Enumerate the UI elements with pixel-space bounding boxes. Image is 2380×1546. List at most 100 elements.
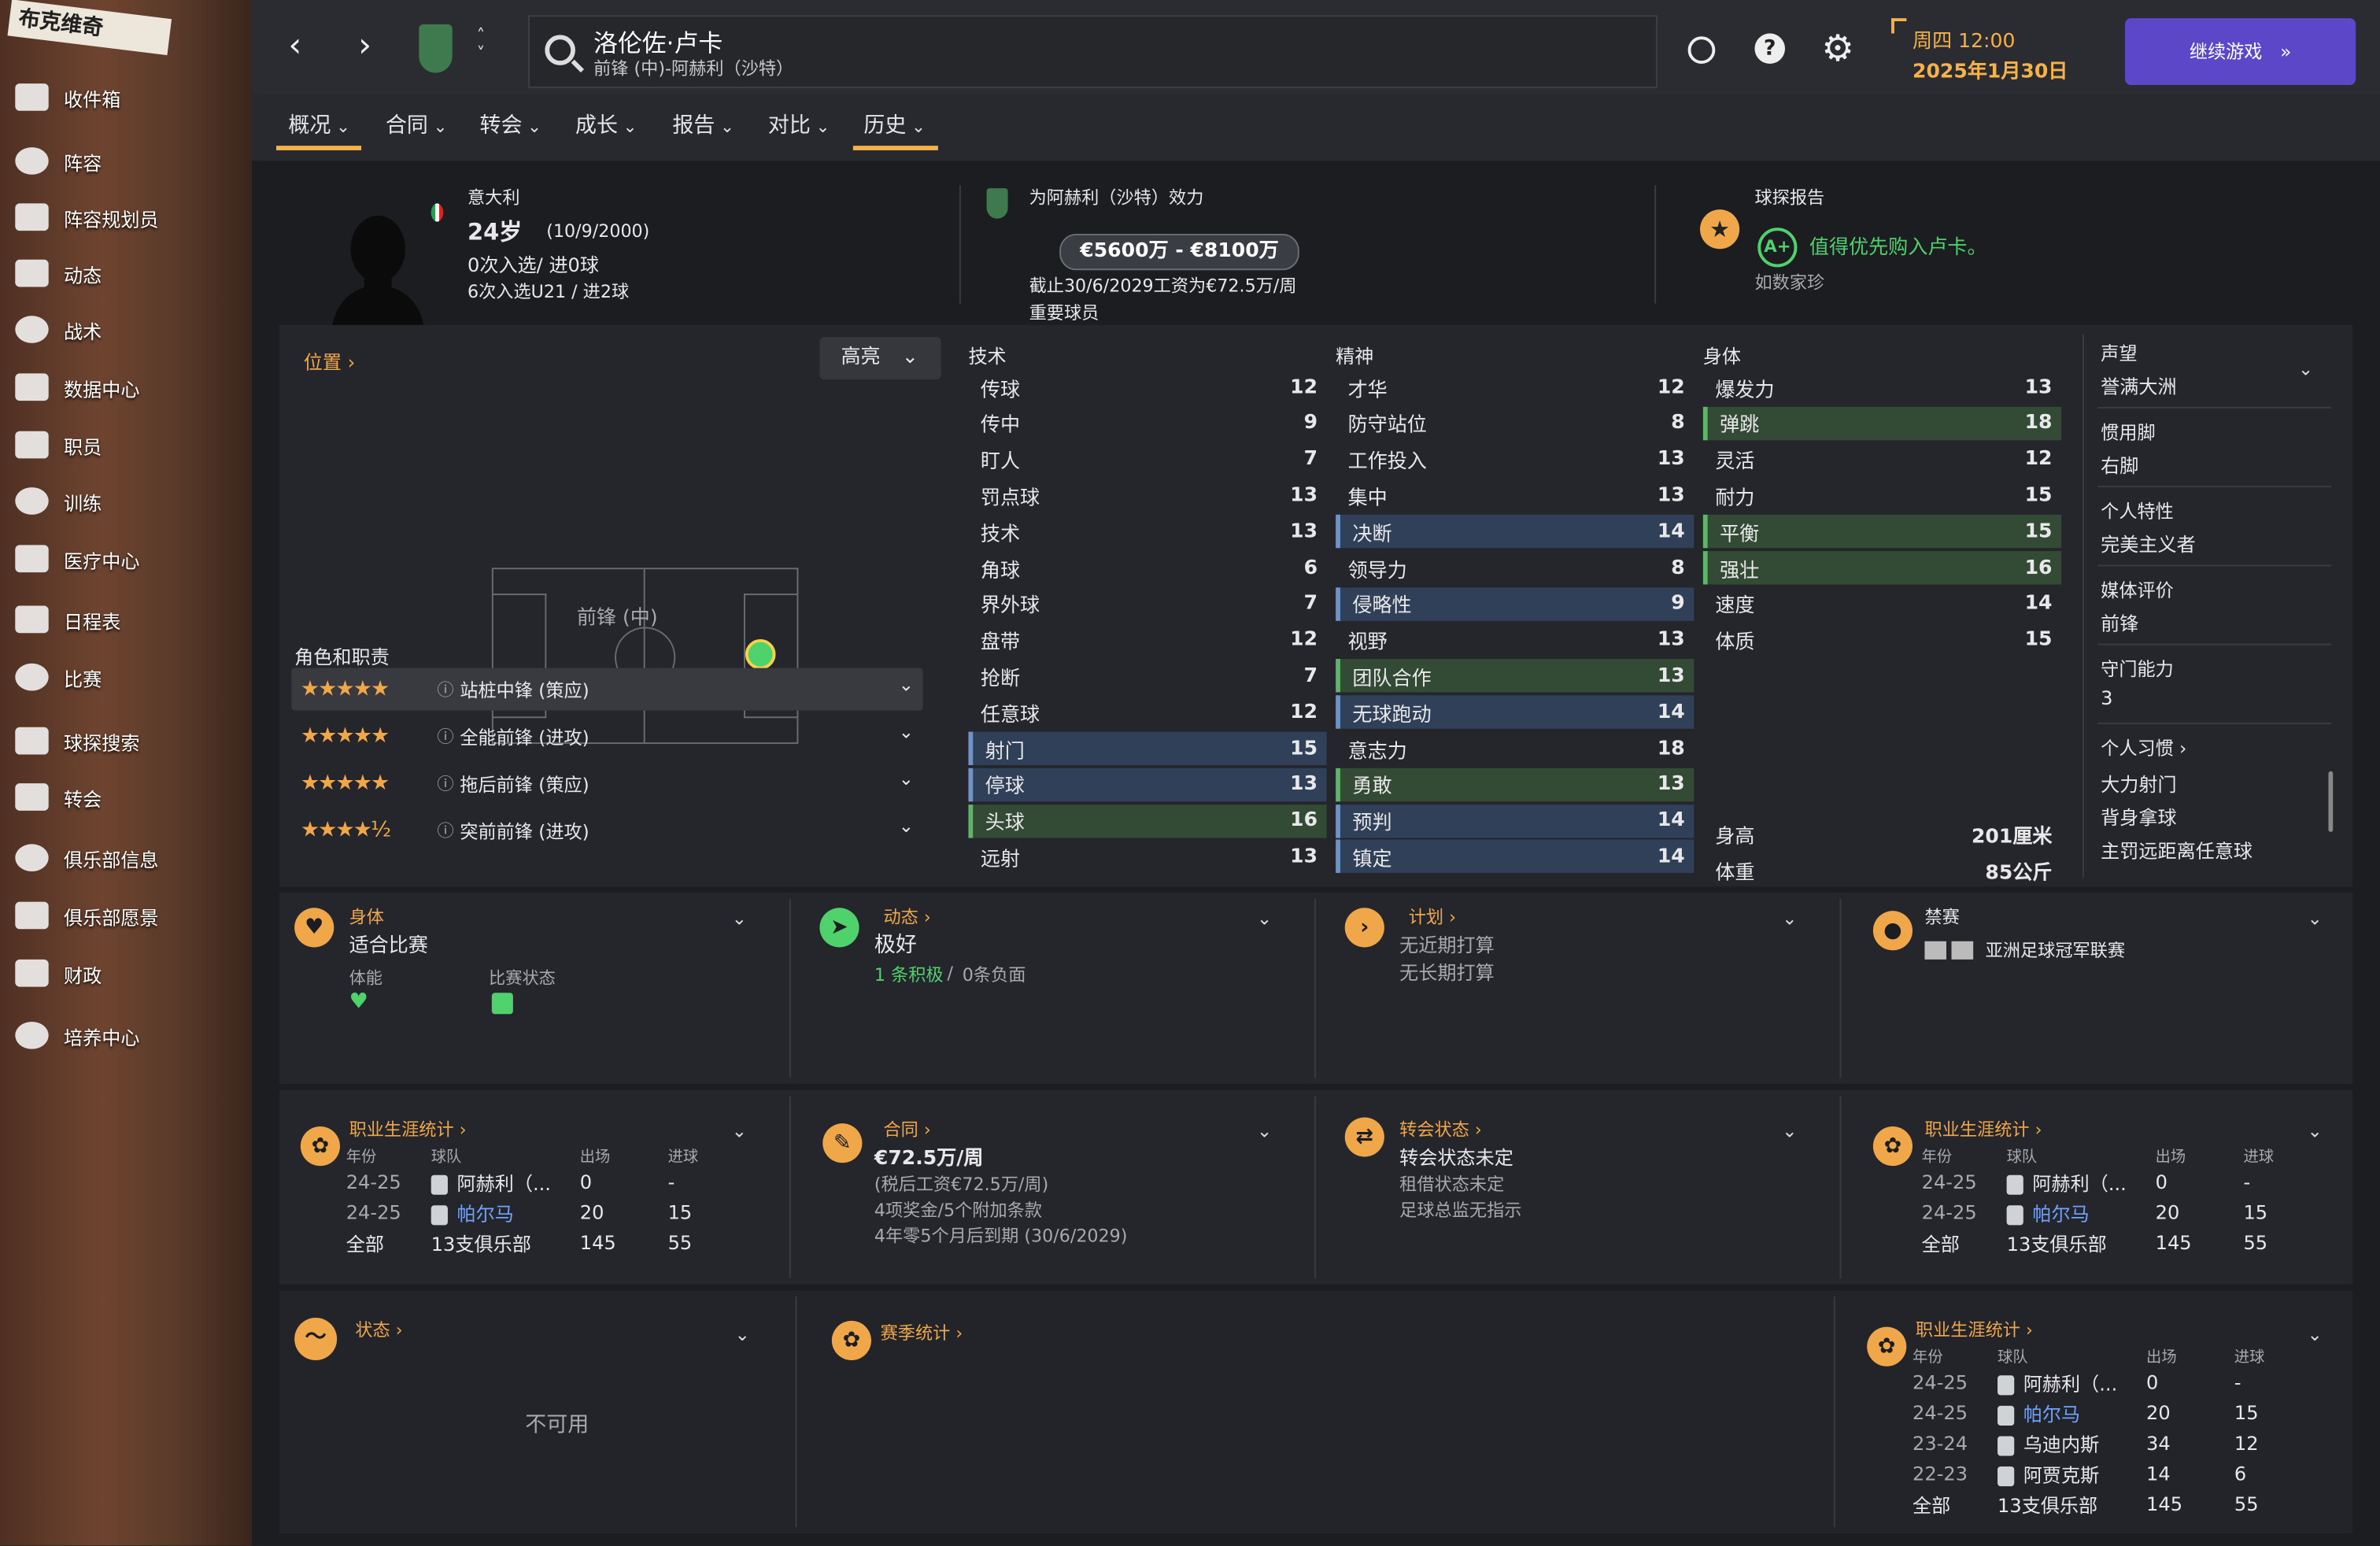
player-search-box[interactable]: 洛伦佐·卢卡 前锋 (中)-阿赫利（沙特） xyxy=(528,15,1658,88)
attribute-row[interactable]: 远射 13 xyxy=(968,840,1326,873)
role-row[interactable]: ★★★★★ ⓘ 全能前锋 (进攻) ⌄ xyxy=(291,715,922,757)
attribute-row[interactable]: 头球 16 xyxy=(968,804,1327,838)
attribute-row[interactable]: 角球 6 xyxy=(968,551,1326,584)
tab[interactable]: 历史 xyxy=(863,109,926,140)
attribute-row[interactable]: 任意球 12 xyxy=(968,696,1326,729)
chevron-down-icon[interactable]: ⌄ xyxy=(899,721,914,742)
chevron-down-icon[interactable]: ⌄ xyxy=(1257,908,1272,929)
back-arrow-icon[interactable]: ‹ xyxy=(288,28,301,65)
sidebar-item[interactable]: 战术 xyxy=(15,311,102,347)
sidebar-item[interactable]: 收件箱 xyxy=(15,79,120,115)
chevron-down-icon[interactable]: ⌄ xyxy=(2307,908,2322,929)
sidebar-item[interactable]: 职员 xyxy=(15,427,102,463)
chevron-down-icon[interactable]: ⌄ xyxy=(1257,1120,1272,1141)
sidebar-item[interactable]: 培养中心 xyxy=(15,1017,139,1053)
club-name[interactable]: 阿赫利（... xyxy=(2023,1371,2117,1394)
chevron-down-icon[interactable]: ⌄ xyxy=(899,816,914,837)
sidebar-item[interactable]: 俱乐部信息 xyxy=(15,840,159,876)
club-name[interactable]: 阿赫利（... xyxy=(2032,1171,2126,1194)
table-row[interactable]: 24-25 帕尔马 20 15 xyxy=(340,1196,734,1227)
sidebar-item[interactable]: 训练 xyxy=(15,483,102,519)
chevron-down-icon[interactable]: ⌄ xyxy=(732,908,747,929)
role-row[interactable]: ★★★★★ ⓘ 拖后前锋 (策应) ⌄ xyxy=(291,762,922,804)
table-row[interactable]: 24-25 阿赫利（... 0 - xyxy=(340,1166,734,1196)
chevron-down-icon[interactable]: ⌄ xyxy=(1782,1120,1797,1141)
chevron-down-icon[interactable]: ⌄ xyxy=(899,768,914,790)
role-row[interactable]: ★★★★½ ⓘ 突前前锋 (进攻) ⌄ xyxy=(291,809,922,852)
sidebar-item[interactable]: 转会 xyxy=(15,779,102,815)
attribute-row[interactable]: 抢断 7 xyxy=(968,660,1326,693)
attribute-row[interactable]: 速度 14 xyxy=(1703,587,2061,620)
attribute-row[interactable]: 盯人 7 xyxy=(968,442,1326,475)
attribute-row[interactable]: 盘带 12 xyxy=(968,623,1326,656)
sidebar-item[interactable]: 财政 xyxy=(15,955,102,991)
role-row[interactable]: ★★★★★ ⓘ 站桩中锋 (策应) ⌄ xyxy=(291,668,923,711)
attribute-row[interactable]: 传中 9 xyxy=(968,406,1326,439)
attribute-row[interactable]: 传球 12 xyxy=(968,371,1326,404)
plan-link[interactable]: 计划 › xyxy=(1409,904,1456,929)
chevron-down-icon[interactable]: ⌄ xyxy=(1782,908,1797,929)
attribute-row[interactable]: 防守站位 8 xyxy=(1336,406,1694,439)
transfer-status-link[interactable]: 转会状态 › xyxy=(1399,1117,1482,1141)
attribute-row[interactable]: 工作投入 13 xyxy=(1336,442,1694,475)
football-icon[interactable] xyxy=(1687,36,1716,65)
chevron-updown-icon[interactable]: ˄ ˅ xyxy=(477,27,486,64)
attribute-row[interactable]: 决断 14 xyxy=(1336,515,1694,549)
contract-link[interactable]: 合同 › xyxy=(883,1117,930,1141)
table-row[interactable]: 24-25 阿赫利（... 0 - xyxy=(1906,1367,2301,1397)
info-icon[interactable]: ⓘ xyxy=(437,724,453,749)
sidebar-item[interactable]: 阵容规划员 xyxy=(15,199,159,235)
position-link[interactable]: 位置 › xyxy=(304,346,356,375)
sidebar-item[interactable]: 球探搜索 xyxy=(15,723,139,759)
sidebar-item[interactable]: 比赛 xyxy=(15,659,102,695)
career-stats-link[interactable]: 职业生涯统计 › xyxy=(1924,1117,2042,1141)
attribute-row[interactable]: 团队合作 13 xyxy=(1336,659,1694,693)
table-row[interactable]: 24-25 帕尔马 20 15 xyxy=(1916,1196,2310,1227)
attribute-row[interactable]: 意志力 18 xyxy=(1336,732,1694,765)
club-name[interactable]: 乌迪内斯 xyxy=(2023,1433,2099,1455)
sidebar-item[interactable]: 动态 xyxy=(15,255,102,291)
attribute-row[interactable]: 领导力 8 xyxy=(1336,551,1694,584)
chevron-down-icon[interactable]: ⌄ xyxy=(2307,1120,2322,1141)
attribute-row[interactable]: 强壮 16 xyxy=(1702,551,2062,585)
attribute-row[interactable]: 平衡 15 xyxy=(1702,515,2062,549)
attribute-row[interactable]: 侵略性 9 xyxy=(1336,586,1694,621)
attribute-row[interactable]: 视野 13 xyxy=(1336,623,1694,656)
attribute-row[interactable]: 体质 15 xyxy=(1703,623,2061,656)
season-stats-link[interactable]: 赛季统计 › xyxy=(881,1321,963,1345)
forward-arrow-icon[interactable]: › xyxy=(358,28,371,65)
sidebar-item[interactable]: 阵容 xyxy=(15,142,102,179)
continue-button[interactable]: 继续游戏 » xyxy=(2125,18,2356,86)
tab[interactable]: 概况 xyxy=(288,109,350,140)
club-crest-icon[interactable] xyxy=(419,24,453,73)
attribute-row[interactable]: 射门 15 xyxy=(968,731,1327,766)
attribute-row[interactable]: 预判 14 xyxy=(1336,804,1694,838)
sidebar-item[interactable]: 日程表 xyxy=(15,601,120,638)
career-stats-link[interactable]: 职业生涯统计 › xyxy=(349,1117,467,1141)
tab[interactable]: 成长 xyxy=(575,109,638,140)
attribute-row[interactable]: 才华 12 xyxy=(1336,371,1694,404)
attribute-row[interactable]: 弹跳 18 xyxy=(1702,406,2062,440)
club-name[interactable]: 帕尔马 xyxy=(457,1201,514,1224)
chevron-down-icon[interactable]: ⌄ xyxy=(732,1120,747,1141)
sidebar-item[interactable]: 俱乐部愿景 xyxy=(15,897,159,934)
info-icon[interactable]: ⓘ xyxy=(437,677,453,701)
info-icon[interactable]: ⓘ xyxy=(437,771,453,796)
attribute-row[interactable]: 技术 13 xyxy=(968,515,1326,548)
table-row[interactable]: 23-24 乌迪内斯 34 12 xyxy=(1906,1427,2301,1458)
chevron-down-icon[interactable]: ⌄ xyxy=(734,1324,749,1345)
attribute-row[interactable]: 镇定 14 xyxy=(1336,840,1694,874)
table-row[interactable]: 24-25 阿赫利（... 0 - xyxy=(1916,1166,2310,1196)
table-row[interactable]: 24-25 帕尔马 20 15 xyxy=(1906,1396,2301,1427)
club-name[interactable]: 阿赫利（... xyxy=(457,1171,551,1194)
attribute-row[interactable]: 界外球 7 xyxy=(968,587,1326,620)
attribute-row[interactable]: 爆发力 13 xyxy=(1703,371,2061,404)
chevron-down-icon[interactable]: ⌄ xyxy=(899,674,914,695)
attribute-row[interactable]: 停球 13 xyxy=(968,767,1327,801)
attribute-row[interactable]: 集中 13 xyxy=(1336,479,1694,512)
tab[interactable]: 转会 xyxy=(479,109,541,140)
sidebar-item[interactable]: 医疗中心 xyxy=(15,541,139,577)
club-name[interactable]: 帕尔马 xyxy=(2023,1402,2080,1425)
habits-title[interactable]: 个人习惯 › xyxy=(2101,734,2186,760)
scout-recommendation[interactable]: 值得优先购入卢卡。 xyxy=(1809,231,1987,260)
